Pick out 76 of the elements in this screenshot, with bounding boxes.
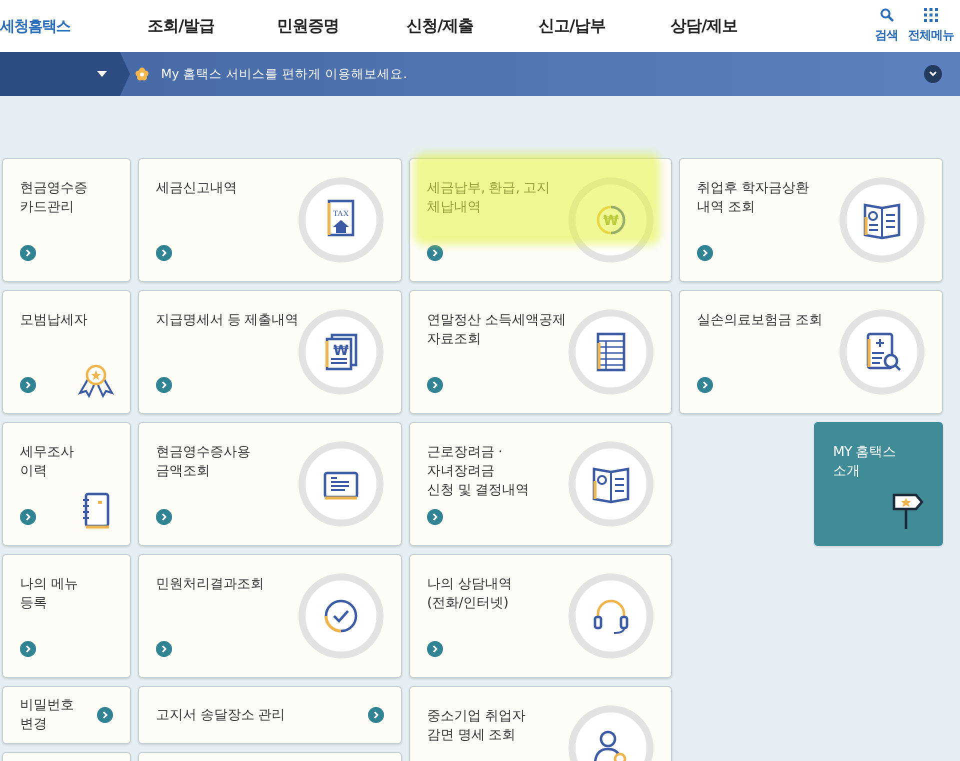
menu-card[interactable]: 취업후 학자금상환 내역 조회 [679,158,943,282]
card-title: 모범납세자 [20,311,88,330]
card-title: 나의 상담내역 (전화/인터넷) [427,575,512,613]
card-title: 세금신고내역 [156,179,237,198]
arrow-right-icon[interactable] [697,377,713,393]
promo-card[interactable]: MY 홈택스 소개 [814,422,943,546]
menu-card[interactable]: 현금영수증 카드관리 [2,158,131,282]
menu-card[interactable]: 지급명세서 등 제출내역 ₩ [138,290,402,414]
nav-menu-item[interactable]: 조회/발급 [120,16,242,36]
tax-document-icon: TAX [298,177,384,263]
menu-card[interactable]: 나의 상담내역 (전화/인터넷) [409,554,672,678]
arrow-right-icon[interactable] [20,509,36,525]
arrow-right-icon[interactable] [368,707,384,723]
arrow-right-icon[interactable] [427,641,443,657]
receipt-icon [298,441,384,527]
menu-card[interactable]: 실손의료보험금 조회 [679,290,943,414]
card-title: 세무조사 이력 [20,443,74,481]
medical-document-search-icon [839,309,925,395]
menu-card[interactable]: 비밀번호 변경 [2,686,131,744]
card-title: 지급명세서 등 제출내역 [156,311,299,330]
nav-menu-item[interactable]: 민원증명 [242,16,374,36]
card-title: 현금영수증사용 금액조회 [156,443,250,481]
nav-menu-item[interactable]: 상담/제보 [638,16,770,36]
arrow-right-icon[interactable] [156,245,172,261]
check-circle-icon [298,573,384,659]
arrow-right-icon[interactable] [20,377,36,393]
promo-title: MY 홈택스 소개 [833,443,896,481]
arrow-right-icon[interactable] [20,641,36,657]
arrow-right-icon[interactable] [427,377,443,393]
menu-card[interactable]: 모범납세자 [2,290,131,414]
arrow-right-icon[interactable] [20,245,36,261]
card-title: 연말정산 소득세액공제 자료조회 [427,311,566,349]
search-icon [880,8,894,22]
search-button[interactable]: 검색 [875,8,898,44]
flower-icon [135,67,149,81]
card-title: 비밀번호 변경 [20,696,74,734]
card-title: 고지서 송달장소 관리 [156,706,286,724]
card-title: 중소기업 취업자 감면 명세 조회 [427,707,526,745]
coin-icon: ₩ [568,177,654,263]
menu-card[interactable]: 현금영수증사용 금액조회 [138,422,402,546]
card-title: 취업후 학자금상환 내역 조회 [697,179,809,217]
menu-card[interactable]: 나의 메뉴 등록 [2,554,131,678]
menu-card[interactable]: 중소기업 취업자 감면 명세 조회 [409,686,672,761]
menu-card[interactable]: 민원처리결과조회 [138,554,402,678]
dropdown-caret-icon [97,71,107,77]
menu-card[interactable]: 세무조사 이력 [2,422,131,546]
nav-menu-item[interactable]: 신고/납부 [506,16,638,36]
card-title: 현금영수증 카드관리 [20,179,88,217]
menu-card[interactable]: 연말정산 소득세액공제 자료조회 [409,290,672,414]
site-logo[interactable]: 세청홈택스 [0,16,120,36]
arrow-right-icon[interactable] [697,245,713,261]
spreadsheet-icon [568,309,654,395]
arrow-right-icon[interactable] [427,245,443,261]
all-menu-button[interactable]: 전체메뉴 [908,8,954,44]
arrow-right-icon[interactable] [156,509,172,525]
card-title: 나의 메뉴 등록 [20,575,78,613]
expand-button[interactable] [924,65,942,83]
open-book-icon [839,177,925,263]
open-book-icon [568,441,654,527]
card-title: 세금납부, 환급, 고지 체납내역 [427,179,550,217]
arrow-right-icon[interactable] [97,707,113,723]
documents-icon: ₩ [298,309,384,395]
grid-icon [924,8,938,22]
menu-card[interactable]: 근로장려금 · 자녀장려금 신청 및 결정내역 [409,422,672,546]
headset-icon [568,573,654,659]
card-title: 실손의료보험금 조회 [697,311,822,330]
card-title: 민원처리결과조회 [156,575,264,594]
arrow-right-icon[interactable] [156,641,172,657]
arrow-right-icon[interactable] [427,509,443,525]
menu-card[interactable]: 세금신고내역 TAX [138,158,402,282]
menu-card[interactable]: 고지서 송달장소 관리 [138,686,402,744]
arrow-right-icon[interactable] [156,377,172,393]
card-title: 근로장려금 · 자녀장려금 신청 및 결정내역 [427,443,530,500]
chevron-down-icon [929,71,937,77]
banner-message: My 홈택스 서비스를 편하게 이용해보세요. [161,66,408,82]
nav-menu-item[interactable]: 신청/제출 [374,16,506,36]
